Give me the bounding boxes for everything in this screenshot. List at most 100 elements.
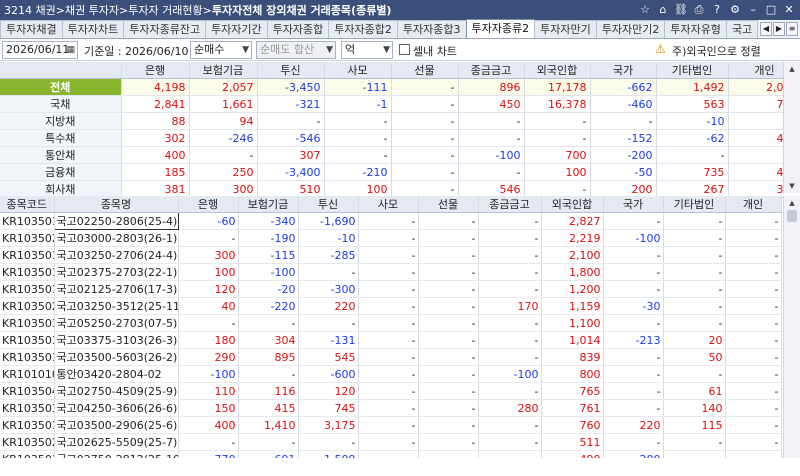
table-row[interactable]: KR103503G국고04250-3606(26-6)150415745--28… (0, 399, 782, 417)
summary-col-header[interactable]: 종금금고 (458, 62, 525, 79)
trade-type-select[interactable]: 순매수 ▼ (190, 41, 252, 59)
tab-5[interactable]: 투자자종합2 (328, 20, 398, 38)
tab-11[interactable]: 국고 (725, 20, 759, 38)
detail-col-header[interactable]: 종목코드 (0, 196, 55, 213)
table-row[interactable]: KR103501G국고02250-2806(25-4)-60-340-1,690… (0, 212, 782, 230)
maximize-icon[interactable]: □ (764, 2, 778, 17)
star-icon[interactable]: ☆ (638, 2, 652, 17)
summary-row[interactable]: 지방채8894-------1042 (0, 112, 800, 130)
date-input[interactable]: 2026/06/11 ▦ (2, 41, 78, 59)
detail-col-header[interactable]: 선물 (418, 196, 479, 213)
detail-scrollbar[interactable]: ▲ (783, 196, 800, 458)
summary-cell: -152 (590, 129, 657, 147)
link-icon[interactable]: ⛓ (674, 2, 688, 17)
tab-6[interactable]: 투자자종합3 (396, 20, 467, 38)
minimize-icon[interactable]: – (746, 2, 760, 17)
summary-col-header[interactable]: 국가 (590, 62, 657, 79)
detail-col-header[interactable]: 종금금고 (478, 196, 542, 213)
table-row[interactable]: KR103504G국고02750-4509(25-9)110116120---7… (0, 382, 782, 400)
summary-row[interactable]: 회사채381300510100-546-200267386 (0, 180, 800, 198)
bond-code: KR103503G (0, 314, 55, 332)
tab-9[interactable]: 투자자만기2 (595, 20, 666, 38)
summary-cell: - (257, 112, 325, 130)
detail-col-header[interactable]: 은행 (178, 196, 239, 213)
scroll-up-icon[interactable]: ▲ (784, 196, 800, 210)
cell-chart-checkbox[interactable] (399, 44, 410, 55)
table-row[interactable]: KR103502G국고02625-5509(25-7)------511--- (0, 433, 782, 451)
summary-cell: -210 (324, 163, 392, 181)
summary-col-header[interactable]: 은행 (121, 62, 190, 79)
table-row[interactable]: KR103502G국고03250-3512(25-11)40-220220--1… (0, 297, 782, 315)
summary-col-header[interactable]: 사모 (324, 62, 392, 79)
detail-cell: - (478, 280, 542, 298)
print-icon[interactable]: ⎙ (692, 2, 706, 17)
home-icon[interactable]: ⌂ (656, 2, 670, 17)
table-row[interactable]: KR103502G국고03000-2803(26-1)--190-10---2,… (0, 229, 782, 247)
summary-row[interactable]: 국채2,8411,661-321-1-45016,378-460563733 (0, 95, 800, 113)
summary-row[interactable]: 특수채302-246-546-----152-62435 (0, 129, 800, 147)
detail-cell: - (478, 331, 542, 349)
detail-cell: 765 (541, 382, 604, 400)
detail-col-header[interactable]: 투신 (298, 196, 359, 213)
detail-cell: -115 (238, 246, 299, 264)
table-row[interactable]: KR103501G국고03250-2706(24-4)300-115-285--… (0, 246, 782, 264)
tab-3[interactable]: 투자자기간 (205, 20, 268, 38)
detail-col-header[interactable]: 외국인합 (541, 196, 604, 213)
detail-col-header[interactable]: 보험기금 (238, 196, 299, 213)
detail-cell: - (238, 433, 299, 451)
unit-select[interactable]: 억 ▼ (341, 41, 393, 59)
tab-7[interactable]: 투자자종류2 (465, 19, 536, 38)
summary-col-header[interactable]: 보험기금 (189, 62, 258, 79)
summary-cell: - (391, 146, 459, 164)
cell-chart-label: 셀내 차트 (413, 45, 457, 58)
summary-cell: -246 (189, 129, 258, 147)
detail-cell: - (663, 246, 726, 264)
detail-cell: -100 (238, 263, 299, 281)
scroll-up-icon[interactable]: ▲ (784, 62, 800, 76)
detail-col-header[interactable]: 개인 (725, 196, 782, 213)
bond-name: 국고02125-2706(17-3) (54, 280, 179, 298)
close-icon[interactable]: ✕ (782, 2, 796, 17)
summary-row[interactable]: 금융채185250-3,400-210--100-50735439 (0, 163, 800, 181)
table-row[interactable]: KR103501G국고03500-5603(26-2)290895545---8… (0, 348, 782, 366)
tab-8[interactable]: 투자자만기 (534, 20, 597, 38)
calendar-icon[interactable]: ▦ (66, 42, 75, 58)
detail-cell: - (603, 246, 664, 264)
scroll-thumb[interactable] (787, 210, 797, 222)
summary-col-header[interactable]: 선물 (391, 62, 459, 79)
table-row[interactable]: KR103501G국고03500-2906(25-6)4001,4103,175… (0, 416, 782, 434)
table-row[interactable]: KR103501G국고02375-2703(22-1)100-100----1,… (0, 263, 782, 281)
detail-cell: - (298, 314, 359, 332)
summary-cell: 735 (656, 163, 729, 181)
detail-col-header[interactable]: 기타법인 (663, 196, 726, 213)
detail-cell: - (725, 416, 782, 434)
tab-10[interactable]: 투자자유형 (664, 20, 727, 38)
summary-col-header[interactable] (0, 62, 122, 79)
summary-row[interactable]: 전체 4,198 2,057 -3,450 -111-896 17,178 -662 1,49… (0, 78, 800, 96)
table-row[interactable]: KR103503G국고03375-3103(26-3)180304-131---… (0, 331, 782, 349)
summary-col-header[interactable]: 기타법인 (656, 62, 729, 79)
tab-menu-icon[interactable]: ≡ (786, 22, 798, 36)
settings-icon[interactable]: ⚙ (728, 2, 742, 17)
scroll-down-icon[interactable]: ▼ (784, 179, 800, 193)
detail-col-header[interactable]: 국가 (603, 196, 664, 213)
chevron-down-icon: ▼ (383, 45, 390, 55)
tab-0[interactable]: 투자자채결 (0, 20, 63, 38)
tab-prev-icon[interactable]: ◀ (760, 22, 772, 36)
table-row[interactable]: KR101010G통안03420-2804-02-100--600---1008… (0, 365, 782, 383)
help-icon[interactable]: ? (710, 2, 724, 17)
tab-2[interactable]: 투자자종류잔고 (123, 20, 207, 38)
bond-name: 국고02625-5509(25-7) (54, 433, 179, 451)
summary-col-header[interactable]: 투신 (257, 62, 325, 79)
detail-col-header[interactable]: 사모 (358, 196, 419, 213)
side-select[interactable]: 순매도 합산 ▼ (256, 41, 336, 59)
summary-row[interactable]: 통안채400-307---100700-200-1 (0, 146, 800, 164)
detail-col-header[interactable]: 종목명 (54, 196, 179, 213)
tab-next-icon[interactable]: ▶ (773, 22, 785, 36)
tab-4[interactable]: 투자자종합 (266, 20, 330, 38)
summary-col-header[interactable]: 외국인합 (524, 62, 591, 79)
summary-scrollbar[interactable]: ▲ ▼ (783, 62, 800, 193)
tab-1[interactable]: 투자자차트 (61, 20, 125, 38)
table-row[interactable]: KR103501G국고02125-2706(17-3)120-20-300---… (0, 280, 782, 298)
table-row[interactable]: KR103503G국고05250-2703(07-5)------1,100--… (0, 314, 782, 332)
